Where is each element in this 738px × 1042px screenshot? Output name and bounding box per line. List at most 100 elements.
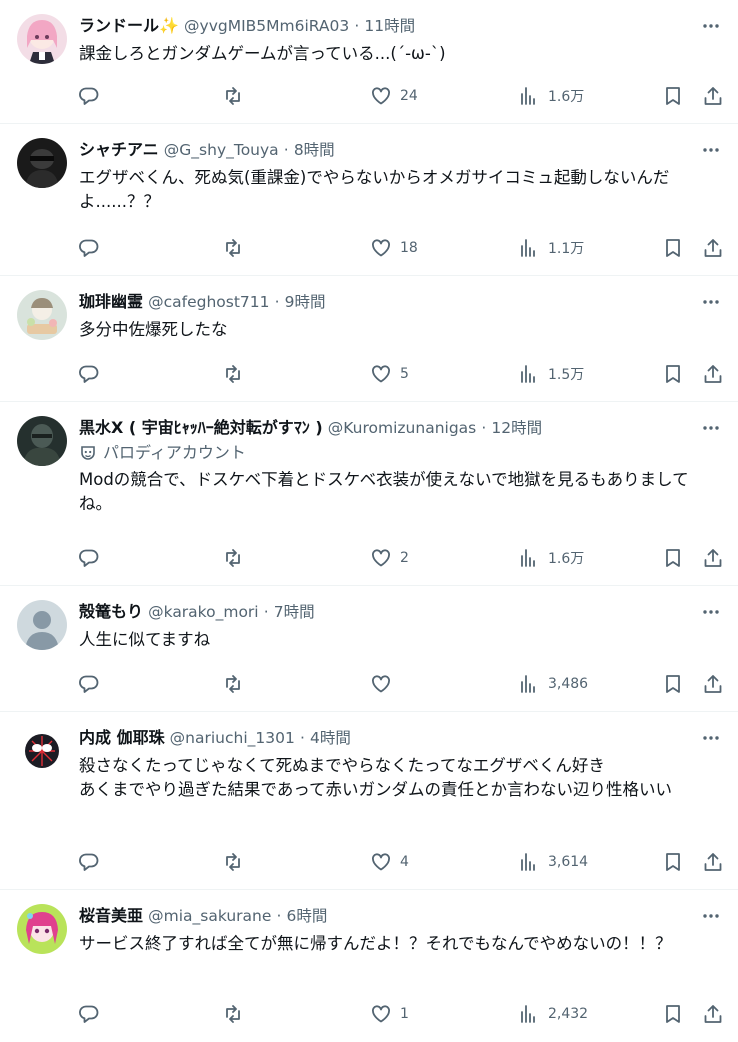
avatar[interactable] [17, 290, 67, 340]
repost-button[interactable] [222, 1001, 252, 1027]
views-button[interactable]: 1.5万 [518, 361, 584, 387]
user-handle[interactable]: @G_shy_Touya [164, 141, 279, 159]
reply-button[interactable] [78, 1001, 108, 1027]
reply-icon [79, 1005, 99, 1023]
avatar[interactable] [17, 138, 67, 188]
views-chart-icon [521, 365, 535, 383]
timestamp[interactable]: 8時間 [294, 141, 335, 159]
share-button[interactable] [702, 671, 724, 697]
repost-button[interactable] [222, 671, 252, 697]
user-handle[interactable]: @cafeghost711 [148, 293, 269, 311]
like-button[interactable]: 24 [370, 83, 418, 109]
repost-icon [226, 1005, 240, 1023]
like-button[interactable]: 1 [370, 1001, 409, 1027]
share-button[interactable] [702, 235, 724, 261]
display-name[interactable]: 殻篭もり [79, 602, 143, 621]
timestamp[interactable]: 12時間 [491, 419, 542, 437]
display-name[interactable]: 黒水X ( 宇宙ﾋｬｯﾊｰ絶対転がすﾏﾝ ) [79, 418, 323, 437]
views-button[interactable]: 1.1万 [518, 235, 584, 261]
bookmark-button[interactable] [662, 849, 684, 875]
share-icon [704, 1005, 722, 1023]
like-button[interactable]: 4 [370, 849, 409, 875]
share-button[interactable] [702, 83, 724, 109]
repost-button[interactable] [222, 83, 252, 109]
display-name[interactable]: ランドール✨ [79, 16, 179, 35]
timestamp[interactable]: 4時間 [310, 729, 351, 747]
user-handle[interactable]: @nariuchi_1301 [170, 729, 295, 747]
reply-button[interactable] [78, 83, 108, 109]
share-button[interactable] [702, 361, 724, 387]
share-button[interactable] [702, 849, 724, 875]
more-icon[interactable] [698, 904, 724, 928]
share-icon [704, 87, 722, 105]
bookmark-button[interactable] [662, 671, 684, 697]
repost-icon [226, 853, 240, 871]
avatar[interactable] [17, 416, 67, 466]
user-handle[interactable]: @mia_sakurane [148, 907, 271, 925]
views-button[interactable]: 1.6万 [518, 545, 584, 571]
display-name[interactable]: シャチアニ [79, 140, 159, 159]
post-1[interactable]: シャチアニ @G_shy_Touya · 8時間 エグザベくん、死ぬ気(重課金)… [0, 124, 738, 276]
like-button[interactable]: 18 [370, 235, 418, 261]
repost-button[interactable] [222, 361, 252, 387]
timestamp[interactable]: 11時間 [364, 17, 415, 35]
bookmark-button[interactable] [662, 1001, 684, 1027]
more-icon[interactable] [698, 726, 724, 750]
share-button[interactable] [702, 545, 724, 571]
timestamp[interactable]: 7時間 [274, 603, 315, 621]
avatar[interactable] [17, 904, 67, 954]
post-5[interactable]: 内成 伽耶珠 @nariuchi_1301 · 4時間 殺さなくたってじゃなくて… [0, 712, 738, 890]
reply-button[interactable] [78, 545, 108, 571]
more-icon[interactable] [698, 290, 724, 314]
display-name[interactable]: 珈琲幽霊 [79, 292, 143, 311]
reply-button[interactable] [78, 849, 108, 875]
more-icon[interactable] [698, 600, 724, 624]
avatar[interactable] [17, 600, 67, 650]
views-button[interactable]: 1.6万 [518, 83, 584, 109]
bookmark-button[interactable] [662, 235, 684, 261]
view-count: 1.6万 [548, 89, 585, 105]
display-name[interactable]: 内成 伽耶珠 [79, 728, 165, 747]
post-3[interactable]: 黒水X ( 宇宙ﾋｬｯﾊｰ絶対転がすﾏﾝ ) @Kuromizunanigas … [0, 402, 738, 586]
bookmark-icon [666, 853, 680, 871]
post-0[interactable]: ランドール✨ @yvgMIB5Mm6iRA03 · 11時間 課金しろとガンダム… [0, 0, 738, 124]
user-handle[interactable]: @Kuromizunanigas [328, 419, 476, 437]
more-icon[interactable] [698, 14, 724, 38]
avatar[interactable] [17, 726, 67, 776]
avatar[interactable] [17, 14, 67, 64]
like-button[interactable]: 5 [370, 361, 409, 387]
more-icon[interactable] [698, 138, 724, 162]
views-button[interactable]: 3,486 [518, 671, 588, 697]
like-button[interactable]: 2 [370, 545, 409, 571]
repost-button[interactable] [222, 545, 252, 571]
bookmark-icon [666, 87, 680, 105]
reply-icon [79, 365, 99, 383]
post-header: 殻篭もり @karako_mori · 7時間 [79, 600, 678, 624]
reply-button[interactable] [78, 235, 108, 261]
mask-icon [81, 446, 95, 460]
repost-button[interactable] [222, 235, 252, 261]
reply-button[interactable] [78, 361, 108, 387]
post-6[interactable]: 桜音美亜 @mia_sakurane · 6時間 サービス終了すれば全てが無に帰… [0, 890, 738, 1042]
like-button[interactable] [370, 671, 400, 697]
views-button[interactable]: 3,614 [518, 849, 588, 875]
bookmark-button[interactable] [662, 545, 684, 571]
post-4[interactable]: 殻篭もり @karako_mori · 7時間 人生に似てますね 3,486 [0, 586, 738, 712]
timestamp[interactable]: 9時間 [285, 293, 326, 311]
share-button[interactable] [702, 1001, 724, 1027]
more-icon[interactable] [698, 416, 724, 440]
view-count: 2,432 [548, 1006, 589, 1022]
reply-icon [79, 549, 99, 567]
views-button[interactable]: 2,432 [518, 1001, 588, 1027]
reply-button[interactable] [78, 671, 108, 697]
user-handle[interactable]: @yvgMIB5Mm6iRA03 [184, 17, 349, 35]
display-name[interactable]: 桜音美亜 [79, 906, 143, 925]
bookmark-icon [666, 365, 680, 383]
bookmark-button[interactable] [662, 361, 684, 387]
separator: · [263, 603, 269, 621]
repost-button[interactable] [222, 849, 252, 875]
bookmark-button[interactable] [662, 83, 684, 109]
timestamp[interactable]: 6時間 [287, 907, 328, 925]
user-handle[interactable]: @karako_mori [148, 603, 259, 621]
post-2[interactable]: 珈琲幽霊 @cafeghost711 · 9時間 多分中佐爆死したな 5 1.5… [0, 276, 738, 402]
